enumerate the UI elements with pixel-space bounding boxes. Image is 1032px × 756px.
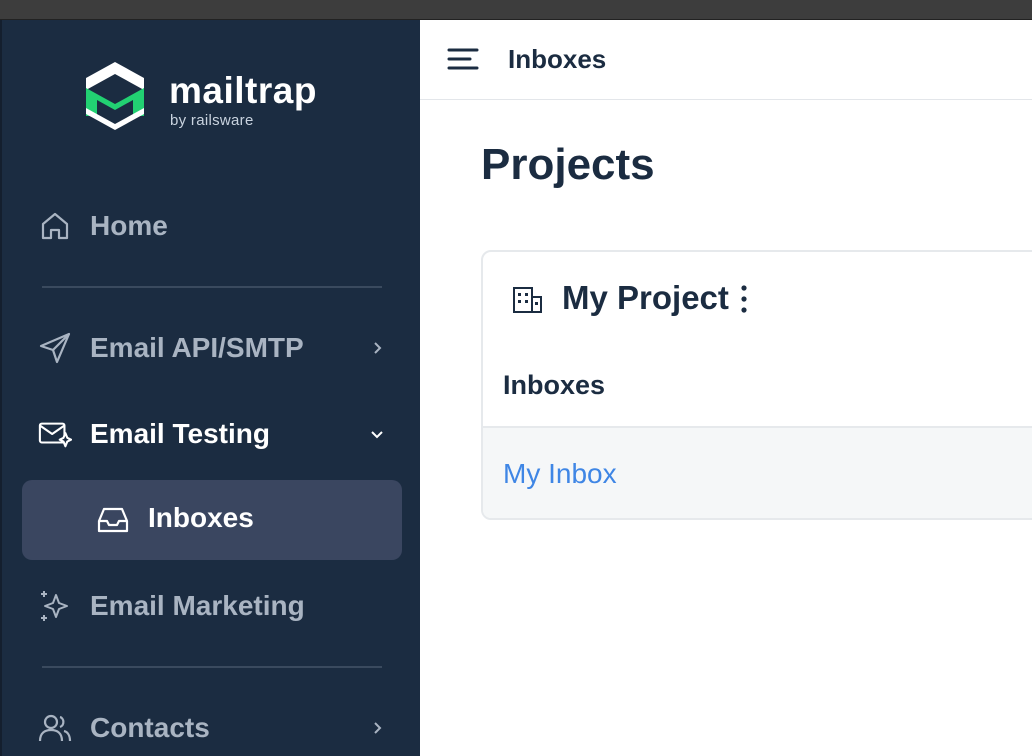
building-icon (513, 287, 542, 313)
home-icon (38, 209, 72, 243)
brand-logo[interactable]: mailtrap by railsware (82, 60, 342, 132)
email-testing-icon (38, 417, 72, 451)
top-header: Inboxes (420, 20, 1032, 100)
more-options-icon[interactable] (737, 284, 751, 314)
sidebar-divider (42, 286, 382, 288)
brand-name: mailtrap (169, 70, 317, 111)
sidebar: mailtrap by railsware Home Email API/SMT… (0, 20, 420, 756)
inbox-link[interactable]: My Inbox (503, 458, 617, 490)
chevron-right-icon[interactable] (368, 339, 386, 357)
chevron-down-icon[interactable] (368, 425, 386, 443)
sidebar-item-label: Contacts (90, 712, 210, 743)
header-title: Inboxes (508, 44, 607, 74)
sparkle-icon (38, 589, 72, 623)
sidebar-item-label: Email Marketing (90, 590, 305, 621)
project-name: My Project (562, 279, 729, 316)
sidebar-item-label: Email API/SMTP (90, 332, 304, 363)
page-title: Projects (481, 140, 655, 189)
sidebar-item-email-testing[interactable]: Email Testing (2, 406, 420, 462)
chevron-right-icon[interactable] (368, 719, 386, 737)
sidebar-item-home[interactable]: Home (2, 198, 420, 254)
sidebar-item-email-marketing[interactable]: Email Marketing (2, 578, 420, 634)
contacts-icon (38, 711, 72, 745)
mailtrap-logo-icon (86, 62, 144, 130)
sidebar-divider (42, 666, 382, 668)
sidebar-item-email-api-smtp[interactable]: Email API/SMTP (2, 320, 420, 376)
brand-subtitle: by railsware (170, 112, 254, 129)
sidebar-item-label: Inboxes (148, 502, 254, 533)
send-icon (38, 331, 72, 365)
sidebar-item-label: Email Testing (90, 418, 270, 449)
sidebar-item-inboxes[interactable]: Inboxes (22, 480, 402, 560)
window-top-strip (0, 0, 1032, 20)
project-card: My Project Inboxes My Inbox (481, 250, 1032, 520)
inbox-row[interactable]: My Inbox (483, 426, 1032, 518)
inboxes-section-label: Inboxes (503, 370, 606, 400)
sidebar-item-contacts[interactable]: Contacts (2, 700, 420, 756)
hamburger-icon[interactable] (446, 46, 480, 72)
sidebar-item-label: Home (90, 210, 168, 241)
inbox-icon (96, 503, 130, 537)
